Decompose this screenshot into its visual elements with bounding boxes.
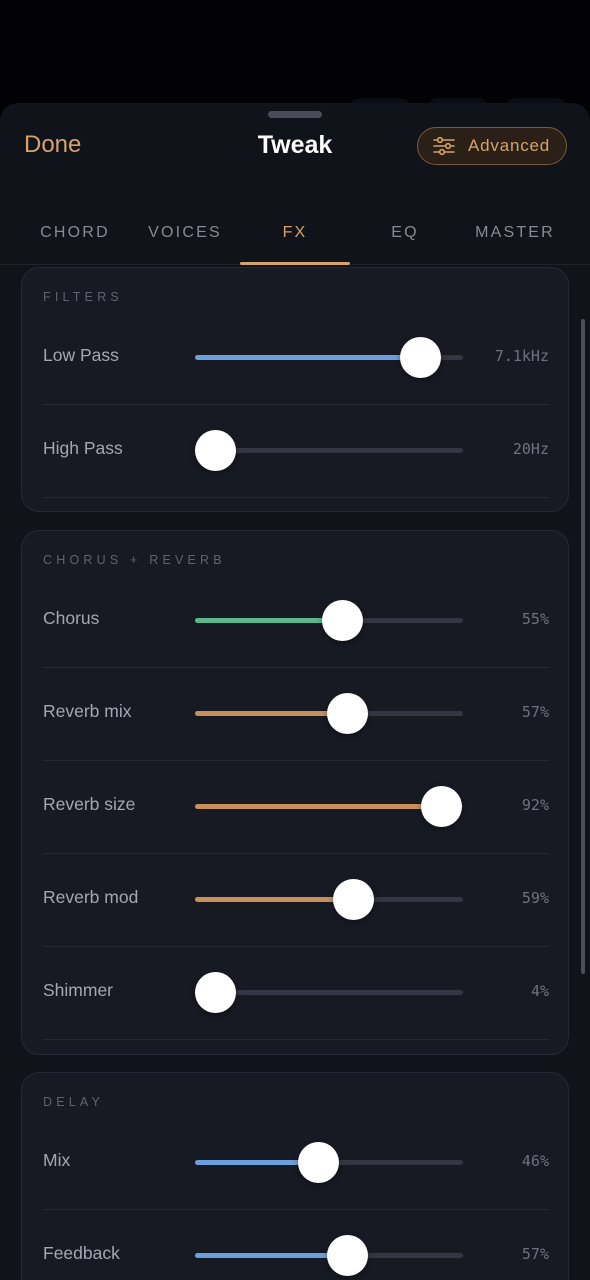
low-pass-slider[interactable] bbox=[195, 337, 463, 378]
control-value: 59% bbox=[521, 889, 549, 907]
control-value: 92% bbox=[521, 796, 549, 814]
control-label: Reverb size bbox=[43, 794, 136, 814]
sheet-header: Done Tweak Advanced bbox=[0, 103, 590, 193]
slider-thumb[interactable] bbox=[332, 879, 374, 920]
control-label: Low Pass bbox=[43, 345, 119, 365]
section-title: CHORUS + REVERB bbox=[43, 553, 226, 567]
control-value: 7.1kHz bbox=[494, 347, 549, 365]
advanced-button[interactable]: Advanced bbox=[417, 127, 567, 165]
control-label: Feedback bbox=[43, 1243, 120, 1263]
control-value: 46% bbox=[521, 1152, 549, 1170]
control-row: Shimmer 4% bbox=[22, 947, 570, 1040]
slider-thumb[interactable] bbox=[195, 430, 236, 471]
control-row: Mix 46% bbox=[22, 1117, 570, 1210]
chorus-slider[interactable] bbox=[195, 600, 463, 641]
delay-feedback-slider[interactable] bbox=[195, 1235, 463, 1276]
control-value: 55% bbox=[521, 610, 549, 628]
control-value: 20Hz bbox=[512, 440, 549, 458]
control-label: Reverb mod bbox=[43, 887, 139, 907]
tweak-sheet: Done Tweak Advanced CHORD VOICES FX EQ M… bbox=[0, 103, 590, 1280]
control-row: High Pass 20Hz bbox=[22, 405, 570, 498]
control-label: Shimmer bbox=[43, 980, 114, 1000]
divider bbox=[43, 1039, 549, 1040]
reverb-mix-slider[interactable] bbox=[195, 693, 463, 734]
slider-fill bbox=[195, 804, 442, 809]
advanced-label: Advanced bbox=[468, 136, 551, 155]
control-value: 4% bbox=[530, 982, 549, 1000]
slider-thumb[interactable] bbox=[297, 1142, 339, 1183]
chorus-reverb-section: CHORUS + REVERB Chorus 55% Reverb mix 57… bbox=[21, 530, 569, 1055]
tab-fx[interactable]: FX bbox=[240, 221, 350, 265]
filters-section: FILTERS Low Pass 7.1kHz High Pass 20Hz bbox=[21, 267, 569, 512]
active-tab-indicator bbox=[240, 262, 350, 265]
slider-fill bbox=[195, 1253, 348, 1258]
slider-thumb[interactable] bbox=[327, 1235, 369, 1276]
control-value: 57% bbox=[521, 1245, 549, 1263]
control-row: Feedback 57% bbox=[22, 1210, 570, 1280]
slider-fill bbox=[195, 897, 354, 902]
control-label: High Pass bbox=[43, 438, 123, 458]
control-value: 57% bbox=[521, 703, 549, 721]
section-title: FILTERS bbox=[43, 290, 123, 304]
reverb-mod-slider[interactable] bbox=[195, 879, 463, 920]
slider-fill bbox=[195, 355, 421, 360]
control-label: Mix bbox=[43, 1150, 71, 1170]
control-row: Chorus 55% bbox=[22, 575, 570, 668]
slider-fill bbox=[195, 618, 343, 623]
delay-mix-slider[interactable] bbox=[195, 1142, 463, 1183]
reverb-size-slider[interactable] bbox=[195, 786, 463, 827]
sliders-icon bbox=[433, 136, 455, 156]
control-row: Reverb mix 57% bbox=[22, 668, 570, 761]
control-label: Reverb mix bbox=[43, 701, 132, 721]
control-row: Reverb mod 59% bbox=[22, 854, 570, 947]
tab-voices[interactable]: VOICES bbox=[130, 221, 240, 265]
section-title: DELAY bbox=[43, 1095, 105, 1109]
tab-eq[interactable]: EQ bbox=[350, 221, 460, 265]
tab-master[interactable]: MASTER bbox=[460, 221, 570, 265]
slider-thumb[interactable] bbox=[327, 693, 369, 734]
control-row: Reverb size 92% bbox=[22, 761, 570, 854]
tab-bar: CHORD VOICES FX EQ MASTER bbox=[0, 221, 590, 265]
slider-thumb[interactable] bbox=[421, 786, 463, 827]
shimmer-slider[interactable] bbox=[195, 972, 463, 1013]
high-pass-slider[interactable] bbox=[195, 430, 463, 471]
tab-chord[interactable]: CHORD bbox=[20, 221, 130, 265]
delay-section: DELAY Mix 46% Feedback 57% bbox=[21, 1072, 569, 1280]
slider-fill bbox=[195, 711, 348, 716]
slider-thumb[interactable] bbox=[321, 600, 363, 641]
slider-thumb[interactable] bbox=[399, 337, 441, 378]
control-row: Low Pass 7.1kHz bbox=[22, 312, 570, 405]
divider bbox=[43, 497, 549, 498]
scrollbar[interactable] bbox=[581, 319, 585, 974]
slider-thumb[interactable] bbox=[195, 972, 236, 1013]
control-label: Chorus bbox=[43, 608, 100, 628]
